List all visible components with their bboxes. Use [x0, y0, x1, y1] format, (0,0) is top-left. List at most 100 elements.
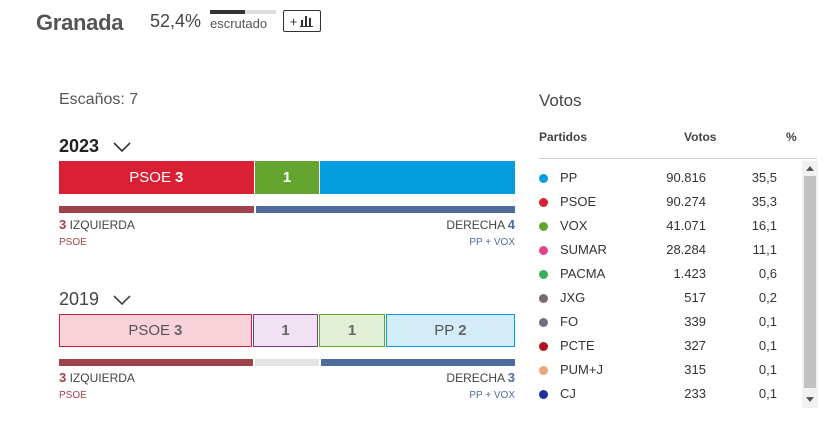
- scrollbar-thumb[interactable]: [804, 176, 816, 388]
- party-percent: 0,1: [758, 338, 777, 353]
- party-name: VOX: [560, 218, 588, 233]
- seat-segment: PSOE 3: [59, 161, 255, 194]
- table-row: FO 339 0,1: [539, 310, 801, 334]
- party-percent: 0,1: [758, 314, 777, 329]
- seat-segment: [320, 161, 516, 194]
- seat-segment-count: 1: [347, 322, 357, 339]
- seat-segment: 1: [254, 161, 321, 194]
- chevron-down-icon: [113, 141, 131, 152]
- party-percent: 0,1: [758, 386, 777, 401]
- scrutiny-progress-track: [210, 10, 276, 14]
- scrutiny-progress-fill: [210, 10, 245, 14]
- votes-scrollbar[interactable]: [802, 161, 818, 408]
- seat-segment-party: PSOE: [129, 169, 171, 186]
- right-bloc-parties-2023: PP + VOX: [469, 237, 515, 248]
- seat-segment: 1: [252, 314, 319, 347]
- expand-results-button[interactable]: +: [283, 10, 321, 32]
- undecided-fill: [254, 359, 320, 366]
- scroll-down-arrow-icon[interactable]: [806, 397, 814, 402]
- party-name: PCTE: [560, 338, 595, 353]
- scrutiny-percent: 52,4%: [150, 11, 202, 31]
- party-name: PUM+J: [560, 362, 603, 377]
- table-row: VOX 41.071 16,1: [539, 214, 801, 238]
- seat-bar-2023: PSOE 3 1: [59, 161, 516, 194]
- party-votes: 315: [684, 362, 706, 377]
- seat-segment-count: 3: [174, 169, 184, 186]
- party-votes: 28.284: [666, 242, 706, 257]
- year-label: 2023: [59, 136, 100, 156]
- left-bloc-fill: [59, 359, 253, 366]
- party-name: SUMAR: [560, 242, 607, 257]
- bloc-bar-2019: [59, 359, 516, 366]
- seat-segment: 1: [319, 314, 385, 347]
- party-color-dot: [539, 198, 548, 207]
- party-percent: 16,1: [751, 218, 777, 233]
- party-color-dot: [539, 222, 548, 231]
- party-name: PSOE: [560, 194, 597, 209]
- party-color-dot: [539, 390, 548, 399]
- seat-segment-party: PP: [434, 322, 455, 339]
- right-bloc-fill: [321, 359, 516, 366]
- table-row: JXG 517 0,2: [539, 286, 801, 310]
- party-votes: 327: [684, 338, 706, 353]
- results-header: Granada 52,4% escrutado +: [36, 8, 321, 38]
- party-votes: 1.423: [673, 266, 706, 281]
- left-bloc-label-2023: 3 IZQUIERDA: [59, 217, 135, 232]
- table-row: PUM+J 315 0,1: [539, 358, 801, 382]
- seat-segment-count: 3: [174, 322, 183, 339]
- party-votes: 233: [684, 386, 706, 401]
- table-row: PCTE 327 0,1: [539, 334, 801, 358]
- seat-segment-count: 1: [282, 169, 292, 186]
- column-header-party: Partidos: [539, 130, 588, 144]
- left-bloc-parties-2023: PSOE: [59, 237, 87, 248]
- party-color-dot: [539, 366, 548, 375]
- scrutiny-label: escrutado: [210, 16, 268, 31]
- votes-title: Votos: [539, 91, 582, 110]
- party-votes: 339: [684, 314, 706, 329]
- year-label: 2019: [59, 289, 100, 309]
- column-header-percent: %: [786, 130, 797, 144]
- table-row: PSOE 90.274 35,3: [539, 190, 801, 214]
- seat-segment-party: PSOE: [128, 322, 171, 339]
- constituency-title: Granada: [36, 10, 124, 35]
- party-name: CJ: [560, 386, 576, 401]
- seats-title: Escaños: 7: [59, 91, 139, 108]
- votes-table-header: Partidos Votos %: [539, 130, 797, 146]
- party-percent: 0,1: [758, 362, 777, 377]
- table-row: PACMA 1.423 0,6: [539, 262, 801, 286]
- party-name: JXG: [560, 290, 586, 305]
- party-votes: 41.071: [666, 218, 706, 233]
- scrutiny-progress: escrutado: [210, 10, 276, 31]
- seat-segment-count: 1: [281, 322, 290, 339]
- party-votes: 90.816: [666, 170, 706, 185]
- table-row: SUMAR 28.284 11,1: [539, 238, 801, 262]
- party-percent: 35,3: [751, 194, 777, 209]
- party-votes: 517: [684, 290, 706, 305]
- party-name: FO: [560, 314, 579, 329]
- seat-bar-2019: PSOE 3 1 1 PP 2: [59, 314, 516, 347]
- table-row: PP 90.816 35,5: [539, 166, 801, 190]
- left-bloc-label-2019: 3 IZQUIERDA: [59, 370, 135, 385]
- scroll-up-arrow-icon[interactable]: [806, 166, 814, 171]
- party-percent: 0,6: [758, 266, 777, 281]
- bloc-bar-2023: [59, 206, 515, 213]
- party-percent: 11,1: [752, 242, 777, 257]
- year-selector-2023[interactable]: 2023: [59, 136, 131, 157]
- chevron-down-icon: [113, 294, 131, 305]
- year-selector-2019[interactable]: 2019: [59, 289, 131, 310]
- votes-table-body[interactable]: PP 90.816 35,5 PSOE 90.274 35,3 VOX 41.071 16,1 S…: [539, 166, 801, 406]
- right-bloc-parties-2019: PP + VOX: [469, 390, 515, 401]
- party-color-dot: [539, 174, 548, 183]
- right-bloc-label-2019: DERECHA 3: [446, 370, 515, 385]
- party-percent: 0,2: [758, 290, 777, 305]
- party-color-dot: [539, 294, 548, 303]
- party-color-dot: [539, 246, 548, 255]
- table-divider: [539, 158, 817, 159]
- column-header-votes: Votos: [684, 130, 717, 144]
- seat-segment-count: 2: [458, 322, 467, 339]
- seat-segment: PSOE 3: [59, 314, 252, 347]
- party-color-dot: [539, 318, 548, 327]
- party-percent: 35,5: [751, 170, 777, 185]
- party-name: PACMA: [560, 266, 606, 281]
- left-bloc-parties-2019: PSOE: [59, 390, 87, 401]
